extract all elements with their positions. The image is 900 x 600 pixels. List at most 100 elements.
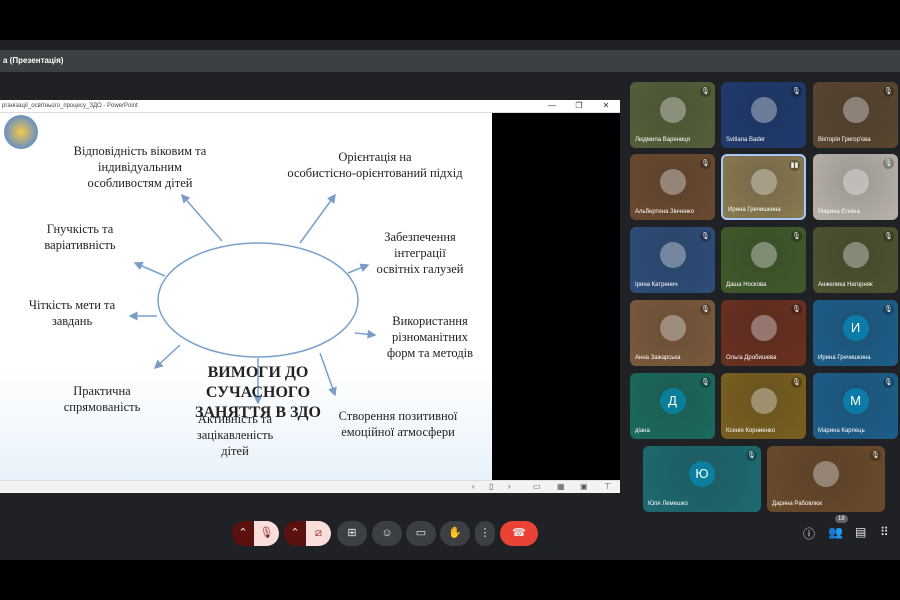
- mic-off-icon: 🎙: [883, 304, 894, 315]
- mic-off-icon: 🎙: [700, 231, 711, 242]
- participant-name: Людмила Варяниця: [635, 137, 690, 143]
- participant-tile[interactable]: Марина Єлкіна 🎙: [813, 154, 898, 220]
- mic-off-icon: 🎙: [700, 158, 711, 169]
- activities-icon[interactable]: ⠿: [880, 525, 889, 539]
- participant-name: Дарина Рабовлюк: [772, 501, 822, 507]
- normal-view-icon[interactable]: ▭: [533, 482, 541, 491]
- participant-tile[interactable]: М Марина Карпець 🎙: [813, 373, 898, 439]
- hang-up-icon: ☎: [512, 527, 526, 539]
- participant-name: Ксенія Корниенко: [726, 428, 775, 434]
- participant-name: Ірина Катренич: [635, 282, 678, 288]
- avatar: М: [842, 387, 869, 414]
- participant-tile[interactable]: Анна Зажарська 🎙: [630, 300, 715, 366]
- avatar: [659, 314, 686, 341]
- participant-tile[interactable]: Дарина Рабовлюк 🎙: [767, 446, 885, 512]
- mic-options-icon[interactable]: ⌃: [232, 521, 254, 546]
- mic-off-icon: 🎙: [883, 377, 894, 388]
- participant-tile[interactable]: Ірина Катренич 🎙: [630, 227, 715, 293]
- notes-pane: [492, 113, 620, 480]
- avatar: [842, 96, 869, 123]
- reading-view-icon[interactable]: ▣: [580, 482, 588, 491]
- participant-name: Юля Лемешко: [648, 501, 688, 507]
- close-button[interactable]: ✕: [599, 100, 613, 112]
- mic-off-icon: 🎙: [791, 377, 802, 388]
- participant-tile[interactable]: Анжелика Нагорняк 🎙: [813, 227, 898, 293]
- avatar: [750, 387, 777, 414]
- slideshow-icon[interactable]: ⊤: [604, 482, 611, 491]
- camera-options-icon[interactable]: ⌃: [284, 521, 306, 546]
- slide-item: Забезпечення інтеграції освітніх галузей: [376, 230, 464, 276]
- next-slide-icon[interactable]: ›: [508, 482, 511, 491]
- avatar: [750, 169, 777, 196]
- captions-icon: ▭: [415, 527, 427, 539]
- participant-tile[interactable]: И Ирина Гречишкина 🎙: [813, 300, 898, 366]
- avatar: [842, 241, 869, 268]
- avatar: Д: [659, 387, 686, 414]
- mic-off-icon: 🎙: [791, 231, 802, 242]
- participant-tile[interactable]: Людмила Варяниця 🎙: [630, 82, 715, 148]
- participant-name: Анжелика Нагорняк: [818, 282, 873, 288]
- participant-name: Марина Єлкіна: [818, 209, 860, 215]
- slide: ВИМОГИ ДО СУЧАСНОГО ЗАНЯТТЯ В ЗДО Відпов…: [0, 113, 492, 480]
- mic-off-icon: 🎙: [700, 304, 711, 315]
- participant-tile[interactable]: Ю Юля Лемешко 🎙: [643, 446, 761, 512]
- participant-tile[interactable]: Ддіана 🎙: [630, 373, 715, 439]
- participant-name: Svitlana Bader: [726, 137, 766, 143]
- camera-group[interactable]: ⌃ ⧄: [284, 521, 331, 546]
- participant-tile[interactable]: Ирина Гречишкина ▮▮: [721, 154, 806, 220]
- avatar: [842, 168, 869, 195]
- raise-hand-button[interactable]: ✋: [440, 521, 470, 546]
- participant-name: Вікторія Григор'єва: [818, 137, 871, 143]
- participant-name: Ирина Гречишкина: [728, 207, 781, 213]
- slide-icon[interactable]: ▯: [489, 482, 493, 491]
- prev-slide-icon[interactable]: ‹: [472, 482, 475, 491]
- mic-off-icon: 🎙: [870, 450, 881, 461]
- presentation-banner: а (Презентація): [0, 50, 900, 72]
- participant-name: Ольга Дробишева: [726, 355, 777, 361]
- avatar: [659, 96, 686, 123]
- participant-count-badge: 18: [835, 515, 848, 523]
- avatar: [813, 460, 839, 487]
- slide-item: Чіткість мети та завдань: [28, 298, 116, 328]
- people-icon[interactable]: 👥: [828, 525, 843, 539]
- avatar: [750, 241, 777, 268]
- avatar: [659, 168, 686, 195]
- ppt-statusbar: ‹ ▯ › ▭ ▦ ▣ ⊤: [0, 480, 620, 493]
- more-vert-icon: ⋮: [479, 527, 491, 539]
- participant-tile[interactable]: Ольга Дробишева 🎙: [721, 300, 806, 366]
- mic-off-icon: 🎙: [883, 231, 894, 242]
- mic-off-icon: 🎙: [791, 86, 802, 97]
- slide-item: Відповідність віковим та індивідуальним …: [73, 144, 207, 190]
- mic-off-icon: 🎙: [883, 158, 894, 169]
- mic-off-icon: 🎙: [791, 304, 802, 315]
- participant-tile[interactable]: Даша Носкова 🎙: [721, 227, 806, 293]
- participant-tile[interactable]: Ксенія Корниенко 🎙: [721, 373, 806, 439]
- slide-item: Створення позитивної емоційної атмосфери: [338, 409, 458, 439]
- emoji-button[interactable]: ☺: [372, 521, 402, 546]
- mic-group[interactable]: ⌃ 🎙: [232, 521, 279, 546]
- mic-off-icon[interactable]: 🎙: [254, 521, 279, 546]
- mic-off-icon: 🎙: [746, 450, 757, 461]
- slide-item: Практична спрямованість: [63, 384, 141, 414]
- leave-call-button[interactable]: ☎: [500, 521, 538, 546]
- emoji-icon: ☺: [381, 527, 393, 539]
- participant-tile[interactable]: Альбертина Зінченко 🎙: [630, 154, 715, 220]
- more-options-button[interactable]: ⋮: [475, 521, 495, 546]
- participant-tile[interactable]: Вікторія Григор'єва 🎙: [813, 82, 898, 148]
- present-button[interactable]: ⊞: [337, 521, 367, 546]
- sorter-view-icon[interactable]: ▦: [557, 482, 565, 491]
- participant-name: Ирина Гречишкина: [818, 355, 871, 361]
- camera-off-icon[interactable]: ⧄: [306, 521, 331, 546]
- avatar: И: [842, 314, 869, 341]
- chat-icon[interactable]: ▤: [855, 525, 866, 539]
- speaking-icon: ▮▮: [789, 160, 800, 171]
- powerpoint-titlebar: рганізації_освітнього_процесу_ЗДО - Powe…: [0, 100, 620, 113]
- captions-button[interactable]: ▭: [406, 521, 436, 546]
- info-icon[interactable]: ⓘ: [803, 525, 815, 542]
- participant-name: Анна Зажарська: [635, 355, 681, 361]
- hand-icon: ✋: [448, 527, 462, 539]
- slide-item: Гнучкість та варіативність: [44, 222, 116, 252]
- maximize-button[interactable]: ❐: [572, 100, 586, 112]
- minimize-button[interactable]: —: [545, 100, 559, 112]
- participant-tile[interactable]: Svitlana Bader 🎙: [721, 82, 806, 148]
